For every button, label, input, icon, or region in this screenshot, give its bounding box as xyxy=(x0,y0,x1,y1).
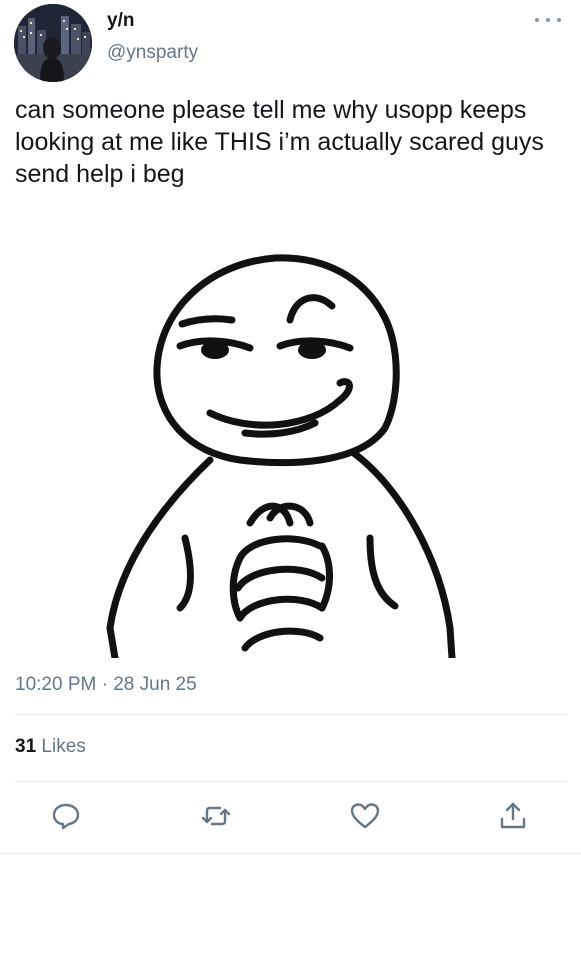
retweet-icon[interactable] xyxy=(200,800,232,832)
tweet-media-image[interactable] xyxy=(100,228,540,658)
meme-drawing xyxy=(106,254,456,658)
likes-label: Likes xyxy=(41,736,86,757)
more-dot xyxy=(535,18,539,22)
reply-icon[interactable] xyxy=(50,800,82,832)
divider xyxy=(15,714,566,715)
divider xyxy=(15,781,566,782)
more-dot xyxy=(546,18,550,22)
avatar[interactable] xyxy=(14,4,92,82)
more-horizontal-icon[interactable] xyxy=(535,10,561,30)
tweet-actions xyxy=(0,800,581,840)
share-icon[interactable] xyxy=(497,800,529,832)
heart-icon[interactable] xyxy=(349,800,381,832)
avatar-image xyxy=(14,4,92,82)
likes-count: 31 xyxy=(15,736,37,757)
display-name[interactable]: y/n xyxy=(107,10,134,32)
tweet-text: can someone please tell me why usopp kee… xyxy=(15,96,544,188)
more-dot xyxy=(557,18,561,22)
divider xyxy=(0,853,581,854)
tweet-timestamp[interactable]: 10:20 PM · 28 Jun 25 xyxy=(15,674,197,696)
user-handle[interactable]: @ynsparty xyxy=(107,42,198,64)
likes-stat[interactable]: 31 Likes xyxy=(15,736,86,758)
